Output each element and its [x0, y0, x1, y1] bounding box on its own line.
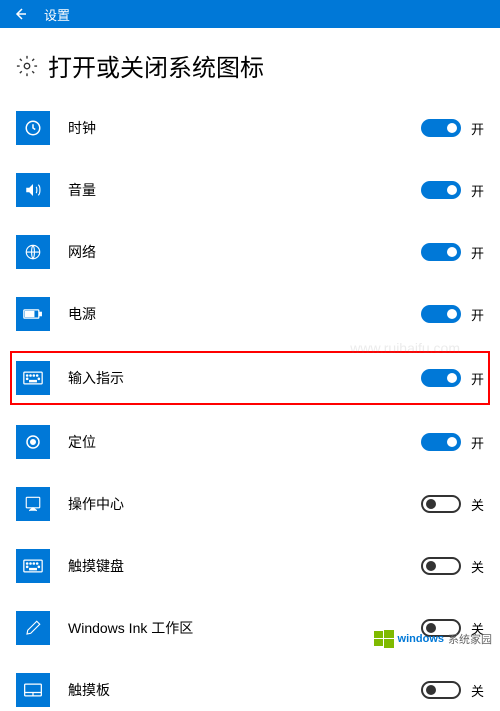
toggle-switch[interactable] — [421, 495, 461, 513]
action-center-icon — [16, 487, 50, 521]
toggle-state-label: 开 — [471, 243, 484, 262]
toggle-state-label: 关 — [471, 495, 484, 514]
toggle-state-label: 开 — [471, 433, 484, 452]
setting-label: 电源 — [68, 304, 421, 324]
setting-label: 输入指示 — [68, 368, 421, 388]
setting-row-keyboard: 输入指示 开 — [10, 351, 490, 405]
setting-label: 网络 — [68, 242, 421, 262]
setting-row-network: 网络 开 — [16, 231, 484, 273]
toggle-switch[interactable] — [421, 369, 461, 387]
toggle-switch[interactable] — [421, 181, 461, 199]
page-title: 打开或关闭系统图标 — [48, 48, 264, 83]
toggle-switch[interactable] — [421, 557, 461, 575]
windows-logo-icon — [374, 629, 394, 649]
setting-row-touch-keyboard: 触摸键盘 关 — [16, 545, 484, 587]
settings-list: 时钟开音量开网络开电源开输入指示开定位开操作中心关触摸键盘关Windows In… — [16, 107, 484, 711]
setting-label: 触摸板 — [68, 680, 421, 700]
toggle-switch[interactable] — [421, 243, 461, 261]
setting-label: 定位 — [68, 432, 421, 452]
watermark-brand: windows — [398, 633, 444, 645]
back-arrow-icon — [12, 6, 28, 22]
toggle-wrap: 关 — [421, 557, 484, 576]
toggle-state-label: 开 — [471, 305, 484, 324]
toggle-wrap: 开 — [421, 181, 484, 200]
titlebar: 设置 — [0, 0, 500, 28]
setting-row-location: 定位 开 — [16, 421, 484, 463]
setting-label: 音量 — [68, 180, 421, 200]
setting-label: 时钟 — [68, 118, 421, 138]
toggle-state-label: 开 — [471, 369, 484, 388]
power-icon — [16, 297, 50, 331]
toggle-wrap: 开 — [421, 119, 484, 138]
toggle-wrap: 开 — [421, 305, 484, 324]
setting-row-clock: 时钟 开 — [16, 107, 484, 149]
network-icon — [16, 235, 50, 269]
setting-row-touchpad: 触摸板 关 — [16, 669, 484, 711]
toggle-wrap: 关 — [421, 681, 484, 700]
watermark-sub: 系统家园 — [448, 631, 492, 647]
toggle-switch[interactable] — [421, 433, 461, 451]
toggle-state-label: 关 — [471, 557, 484, 576]
toggle-state-label: 开 — [471, 181, 484, 200]
toggle-wrap: 开 — [421, 243, 484, 262]
setting-row-power: 电源 开 — [16, 293, 484, 335]
toggle-wrap: 开 — [421, 369, 484, 388]
gear-icon — [16, 55, 38, 77]
setting-row-action-center: 操作中心 关 — [16, 483, 484, 525]
toggle-wrap: 关 — [421, 495, 484, 514]
content-area: 打开或关闭系统图标 时钟开音量开网络开电源开输入指示开定位开操作中心关触摸键盘关… — [0, 28, 500, 711]
setting-label: Windows Ink 工作区 — [68, 618, 421, 638]
touchpad-icon — [16, 673, 50, 707]
toggle-switch[interactable] — [421, 305, 461, 323]
toggle-switch[interactable] — [421, 119, 461, 137]
setting-label: 操作中心 — [68, 494, 421, 514]
watermark: windows 系统家园 — [374, 629, 492, 649]
clock-icon — [16, 111, 50, 145]
titlebar-label: 设置 — [44, 5, 70, 24]
toggle-state-label: 开 — [471, 119, 484, 138]
toggle-state-label: 关 — [471, 681, 484, 700]
back-button[interactable] — [8, 2, 32, 26]
page-header: 打开或关闭系统图标 — [16, 48, 484, 83]
keyboard-icon — [16, 361, 50, 395]
setting-row-volume: 音量 开 — [16, 169, 484, 211]
setting-label: 触摸键盘 — [68, 556, 421, 576]
touch-keyboard-icon — [16, 549, 50, 583]
location-icon — [16, 425, 50, 459]
toggle-wrap: 开 — [421, 433, 484, 452]
ink-icon — [16, 611, 50, 645]
volume-icon — [16, 173, 50, 207]
toggle-switch[interactable] — [421, 681, 461, 699]
